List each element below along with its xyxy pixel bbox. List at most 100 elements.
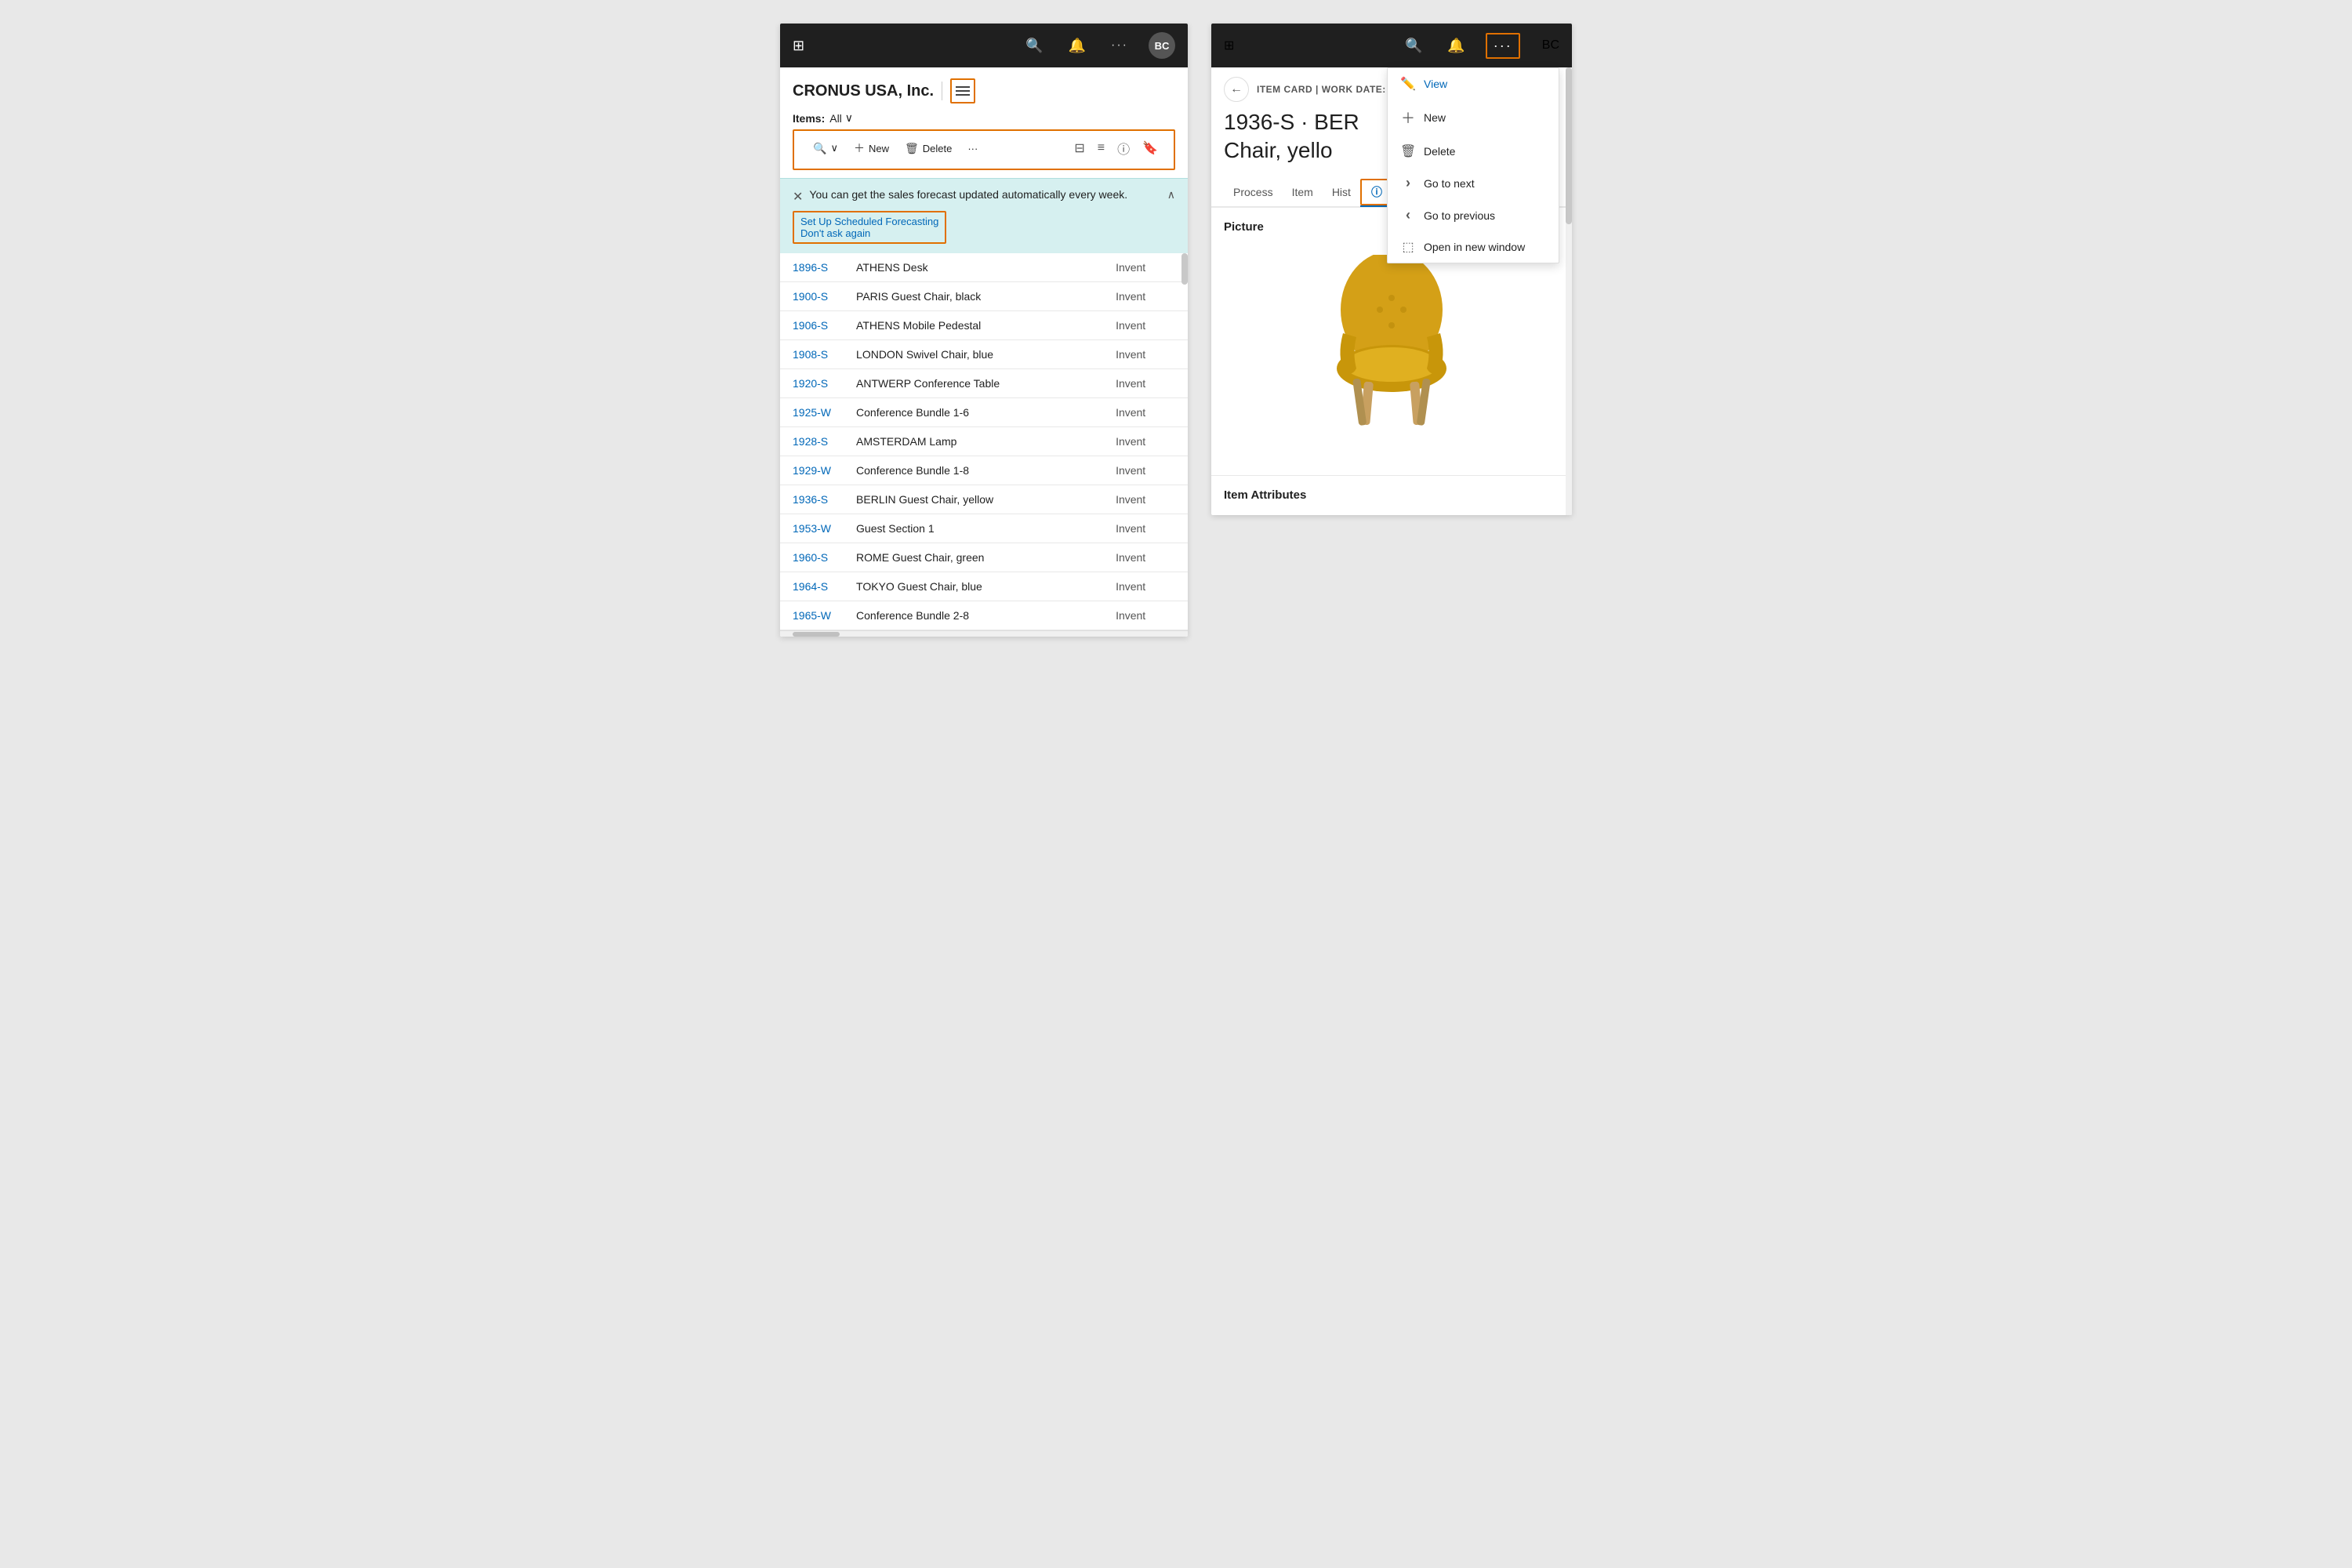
search-button[interactable]: 🔍 ∨ — [807, 138, 844, 159]
dropdown-go-previous[interactable]: ‹ Go to previous — [1388, 199, 1559, 231]
right-scroll-thumb — [1566, 67, 1572, 224]
item-type: Invent — [1103, 601, 1188, 630]
setup-forecasting-link[interactable]: Set Up Scheduled Forecasting — [800, 216, 938, 227]
tab-hist[interactable]: Hist — [1323, 180, 1360, 205]
filter-chevron-icon: ∨ — [845, 111, 853, 125]
item-no[interactable]: 1928-S — [780, 427, 844, 456]
table-row[interactable]: 1925-W Conference Bundle 1-6 Invent — [780, 398, 1188, 427]
bookmark-icon[interactable]: 🔖 — [1139, 137, 1161, 159]
right-waffle-icon[interactable]: ⊞ — [1224, 38, 1234, 53]
items-list: 1896-S ATHENS Desk Invent 1900-S PARIS G… — [780, 253, 1188, 630]
more-toolbar-button[interactable]: ··· — [961, 139, 984, 158]
item-name: ATHENS Mobile Pedestal — [844, 311, 1103, 340]
right-more-button[interactable]: ··· — [1486, 33, 1520, 59]
item-type: Invent — [1103, 253, 1188, 282]
item-type: Invent — [1103, 311, 1188, 340]
chevron-right-icon: › — [1400, 175, 1416, 191]
plus-icon: ＋ — [854, 140, 865, 156]
tab-item[interactable]: Item — [1283, 180, 1323, 205]
item-name: TOKYO Guest Chair, blue — [844, 572, 1103, 601]
forecast-content: ✕ You can get the sales forecast updated… — [793, 188, 1167, 244]
dropdown-view[interactable]: ✏️ View — [1388, 68, 1559, 100]
item-name: PARIS Guest Chair, black — [844, 282, 1103, 311]
hamburger-button[interactable] — [950, 78, 975, 103]
table-row[interactable]: 1920-S ANTWERP Conference Table Invent — [780, 369, 1188, 398]
back-button[interactable]: ← — [1224, 77, 1249, 102]
dropdown-new[interactable]: ＋ New — [1388, 100, 1559, 136]
item-type: Invent — [1103, 340, 1188, 369]
tab-process[interactable]: Process — [1224, 180, 1283, 205]
left-avatar[interactable]: BC — [1149, 32, 1175, 59]
item-type: Invent — [1103, 456, 1188, 485]
info-icon[interactable]: ⓘ — [1114, 136, 1133, 161]
filter-bar: Items: All ∨ — [780, 103, 1188, 129]
left-more-icon[interactable]: ··· — [1106, 34, 1133, 57]
dropdown-trash-icon: 🗑 — [1400, 143, 1416, 159]
search-chevron: ∨ — [830, 142, 838, 154]
delete-button[interactable]: 🗑 Delete — [898, 138, 958, 159]
item-no[interactable]: 1896-S — [780, 253, 844, 282]
list-icon[interactable]: ≡ — [1094, 138, 1108, 158]
item-no[interactable]: 1906-S — [780, 311, 844, 340]
forecast-collapse-icon[interactable]: ∧ — [1167, 188, 1175, 201]
item-no[interactable]: 1900-S — [780, 282, 844, 311]
search-toolbar-icon: 🔍 — [813, 142, 826, 155]
table-row[interactable]: 1964-S TOKYO Guest Chair, blue Invent — [780, 572, 1188, 601]
right-panel: ⊞ 🔍 🔔 ··· BC ← ITEM CARD | WORK DATE: 4/… — [1211, 24, 1572, 515]
right-nav-bar: ⊞ 🔍 🔔 ··· BC — [1211, 24, 1572, 67]
table-row[interactable]: 1953-W Guest Section 1 Invent — [780, 514, 1188, 543]
left-bell-icon[interactable]: 🔔 — [1064, 33, 1091, 59]
dont-ask-link[interactable]: Don't ask again — [800, 227, 938, 239]
item-no[interactable]: 1929-W — [780, 456, 844, 485]
item-no[interactable]: 1965-W — [780, 601, 844, 630]
item-no[interactable]: 1960-S — [780, 543, 844, 572]
table-row[interactable]: 1900-S PARIS Guest Chair, black Invent — [780, 282, 1188, 311]
pencil-icon: ✏️ — [1400, 76, 1416, 92]
item-no[interactable]: 1953-W — [780, 514, 844, 543]
item-name: BERLIN Guest Chair, yellow — [844, 485, 1103, 514]
dropdown-go-next[interactable]: › Go to next — [1388, 167, 1559, 199]
dropdown-open-new-window[interactable]: ⬚ Open in new window — [1388, 231, 1559, 263]
item-type: Invent — [1103, 398, 1188, 427]
vertical-scrollbar[interactable] — [1181, 253, 1188, 285]
item-no[interactable]: 1908-S — [780, 340, 844, 369]
bottom-scrollbar[interactable] — [780, 630, 1188, 637]
item-no[interactable]: 1936-S — [780, 485, 844, 514]
table-row[interactable]: 1896-S ATHENS Desk Invent — [780, 253, 1188, 282]
filter-value[interactable]: All ∨ — [829, 111, 853, 125]
table-row[interactable]: 1928-S AMSTERDAM Lamp Invent — [780, 427, 1188, 456]
table-row[interactable]: 1906-S ATHENS Mobile Pedestal Invent — [780, 311, 1188, 340]
item-type: Invent — [1103, 427, 1188, 456]
table-row[interactable]: 1929-W Conference Bundle 1-8 Invent — [780, 456, 1188, 485]
new-button[interactable]: ＋ New — [848, 136, 895, 160]
right-search-icon[interactable]: 🔍 — [1400, 33, 1427, 59]
right-scrollbar[interactable] — [1566, 67, 1572, 515]
table-row[interactable]: 1960-S ROME Guest Chair, green Invent — [780, 543, 1188, 572]
table-row[interactable]: 1936-S BERLIN Guest Chair, yellow Invent — [780, 485, 1188, 514]
dropdown-delete[interactable]: 🗑 Delete — [1388, 136, 1559, 167]
items-table: 1896-S ATHENS Desk Invent 1900-S PARIS G… — [780, 253, 1188, 630]
chevron-left-icon: ‹ — [1400, 207, 1416, 223]
bottom-scroll-thumb — [793, 632, 840, 637]
item-attributes-label: Item Attributes — [1224, 488, 1306, 502]
table-row[interactable]: 1908-S LONDON Swivel Chair, blue Invent — [780, 340, 1188, 369]
right-bell-icon[interactable]: 🔔 — [1443, 33, 1469, 59]
item-type: Invent — [1103, 485, 1188, 514]
right-avatar[interactable]: BC — [1542, 38, 1559, 53]
table-row[interactable]: 1965-W Conference Bundle 2-8 Invent — [780, 601, 1188, 630]
forecast-close-icon[interactable]: ✕ — [793, 189, 803, 205]
external-link-icon: ⬚ — [1400, 239, 1416, 255]
page-title: CRONUS USA, Inc. — [793, 82, 934, 100]
item-name: Conference Bundle 1-6 — [844, 398, 1103, 427]
item-type: Invent — [1103, 369, 1188, 398]
item-no[interactable]: 1964-S — [780, 572, 844, 601]
item-no[interactable]: 1925-W — [780, 398, 844, 427]
filter-icon[interactable]: ⊟ — [1071, 137, 1087, 159]
item-no[interactable]: 1920-S — [780, 369, 844, 398]
left-search-icon[interactable]: 🔍 — [1021, 33, 1047, 59]
forecast-banner: ✕ You can get the sales forecast updated… — [780, 178, 1188, 253]
item-type: Invent — [1103, 543, 1188, 572]
item-type: Invent — [1103, 514, 1188, 543]
waffle-icon[interactable]: ⊞ — [793, 38, 804, 54]
item-type: Invent — [1103, 282, 1188, 311]
